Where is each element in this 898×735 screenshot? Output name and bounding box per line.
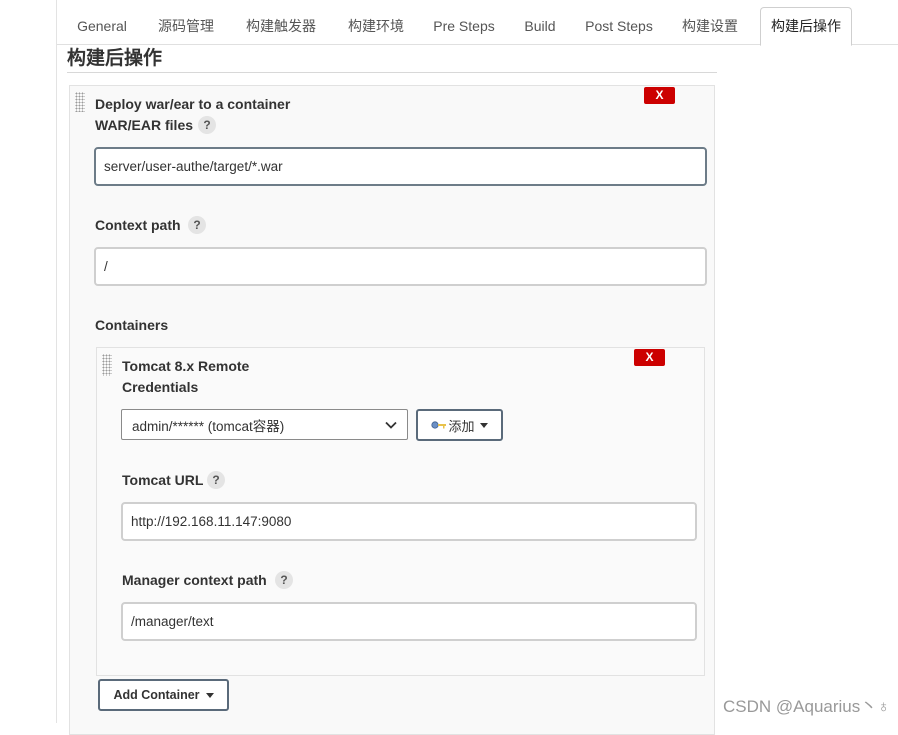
content-left-border <box>56 0 57 723</box>
tomcat-url-input[interactable]: http://192.168.11.147:9080 <box>121 502 697 541</box>
tab-source-management[interactable]: 源码管理 <box>149 7 223 45</box>
delete-container-button[interactable]: X <box>634 349 665 366</box>
tab-build-triggers[interactable]: 构建触发器 <box>237 7 325 45</box>
deploy-title: Deploy war/ear to a container <box>95 96 291 112</box>
add-credentials-button[interactable]: 添加 <box>416 409 503 441</box>
credentials-label: Credentials <box>122 379 199 395</box>
drag-handle-icon[interactable] <box>75 92 85 112</box>
tab-pre-steps[interactable]: Pre Steps <box>427 7 501 45</box>
drag-handle-icon[interactable] <box>102 354 112 376</box>
manager-context-path-help-icon[interactable]: ? <box>275 571 293 589</box>
credentials-selected: admin/****** (tomcat容器) <box>132 418 285 434</box>
tab-post-build-actions[interactable]: 构建后操作 <box>760 7 852 46</box>
tomcat-title: Tomcat 8.x Remote <box>122 358 250 374</box>
caret-down-icon <box>479 422 488 428</box>
tab-build-environment[interactable]: 构建环境 <box>339 7 413 45</box>
tomcat-url-label: Tomcat URL <box>122 472 204 488</box>
add-credentials-label: 添加 <box>448 418 475 434</box>
containers-label: Containers <box>95 317 169 333</box>
chevron-down-icon <box>385 421 397 429</box>
tab-build-settings[interactable]: 构建设置 <box>673 7 747 45</box>
section-title: 构建后操作 <box>67 45 717 73</box>
tomcat-url-value: http://192.168.11.147:9080 <box>131 514 292 529</box>
config-tabs: General 源码管理 构建触发器 构建环境 Pre Steps Build … <box>57 7 898 46</box>
manager-context-path-input[interactable]: /manager/text <box>121 602 697 641</box>
add-container-button[interactable]: Add Container <box>98 679 229 711</box>
delete-deploy-button[interactable]: X <box>644 87 675 104</box>
context-path-input[interactable]: / <box>94 247 707 286</box>
tab-general[interactable]: General <box>67 7 137 45</box>
credentials-select[interactable]: admin/****** (tomcat容器) <box>121 409 408 440</box>
manager-context-path-label: Manager context path <box>122 572 267 588</box>
caret-down-icon <box>205 692 214 698</box>
war-files-input[interactable]: server/user-authe/target/*.war <box>94 147 707 186</box>
war-files-value: server/user-authe/target/*.war <box>104 159 283 174</box>
tab-post-steps[interactable]: Post Steps <box>579 7 659 45</box>
context-path-label: Context path <box>95 217 181 233</box>
key-icon <box>431 421 447 429</box>
add-container-label: Add Container <box>113 688 200 702</box>
tomcat-url-help-icon[interactable]: ? <box>207 471 225 489</box>
context-path-value: / <box>104 259 108 274</box>
war-files-help-icon[interactable]: ? <box>198 116 216 134</box>
tab-build[interactable]: Build <box>515 7 565 45</box>
war-files-label: WAR/EAR files <box>95 117 194 133</box>
manager-context-path-value: /manager/text <box>131 614 214 629</box>
context-path-help-icon[interactable]: ? <box>188 216 206 234</box>
csdn-watermark: CSDN @Aquarius丶♁ <box>723 697 890 716</box>
